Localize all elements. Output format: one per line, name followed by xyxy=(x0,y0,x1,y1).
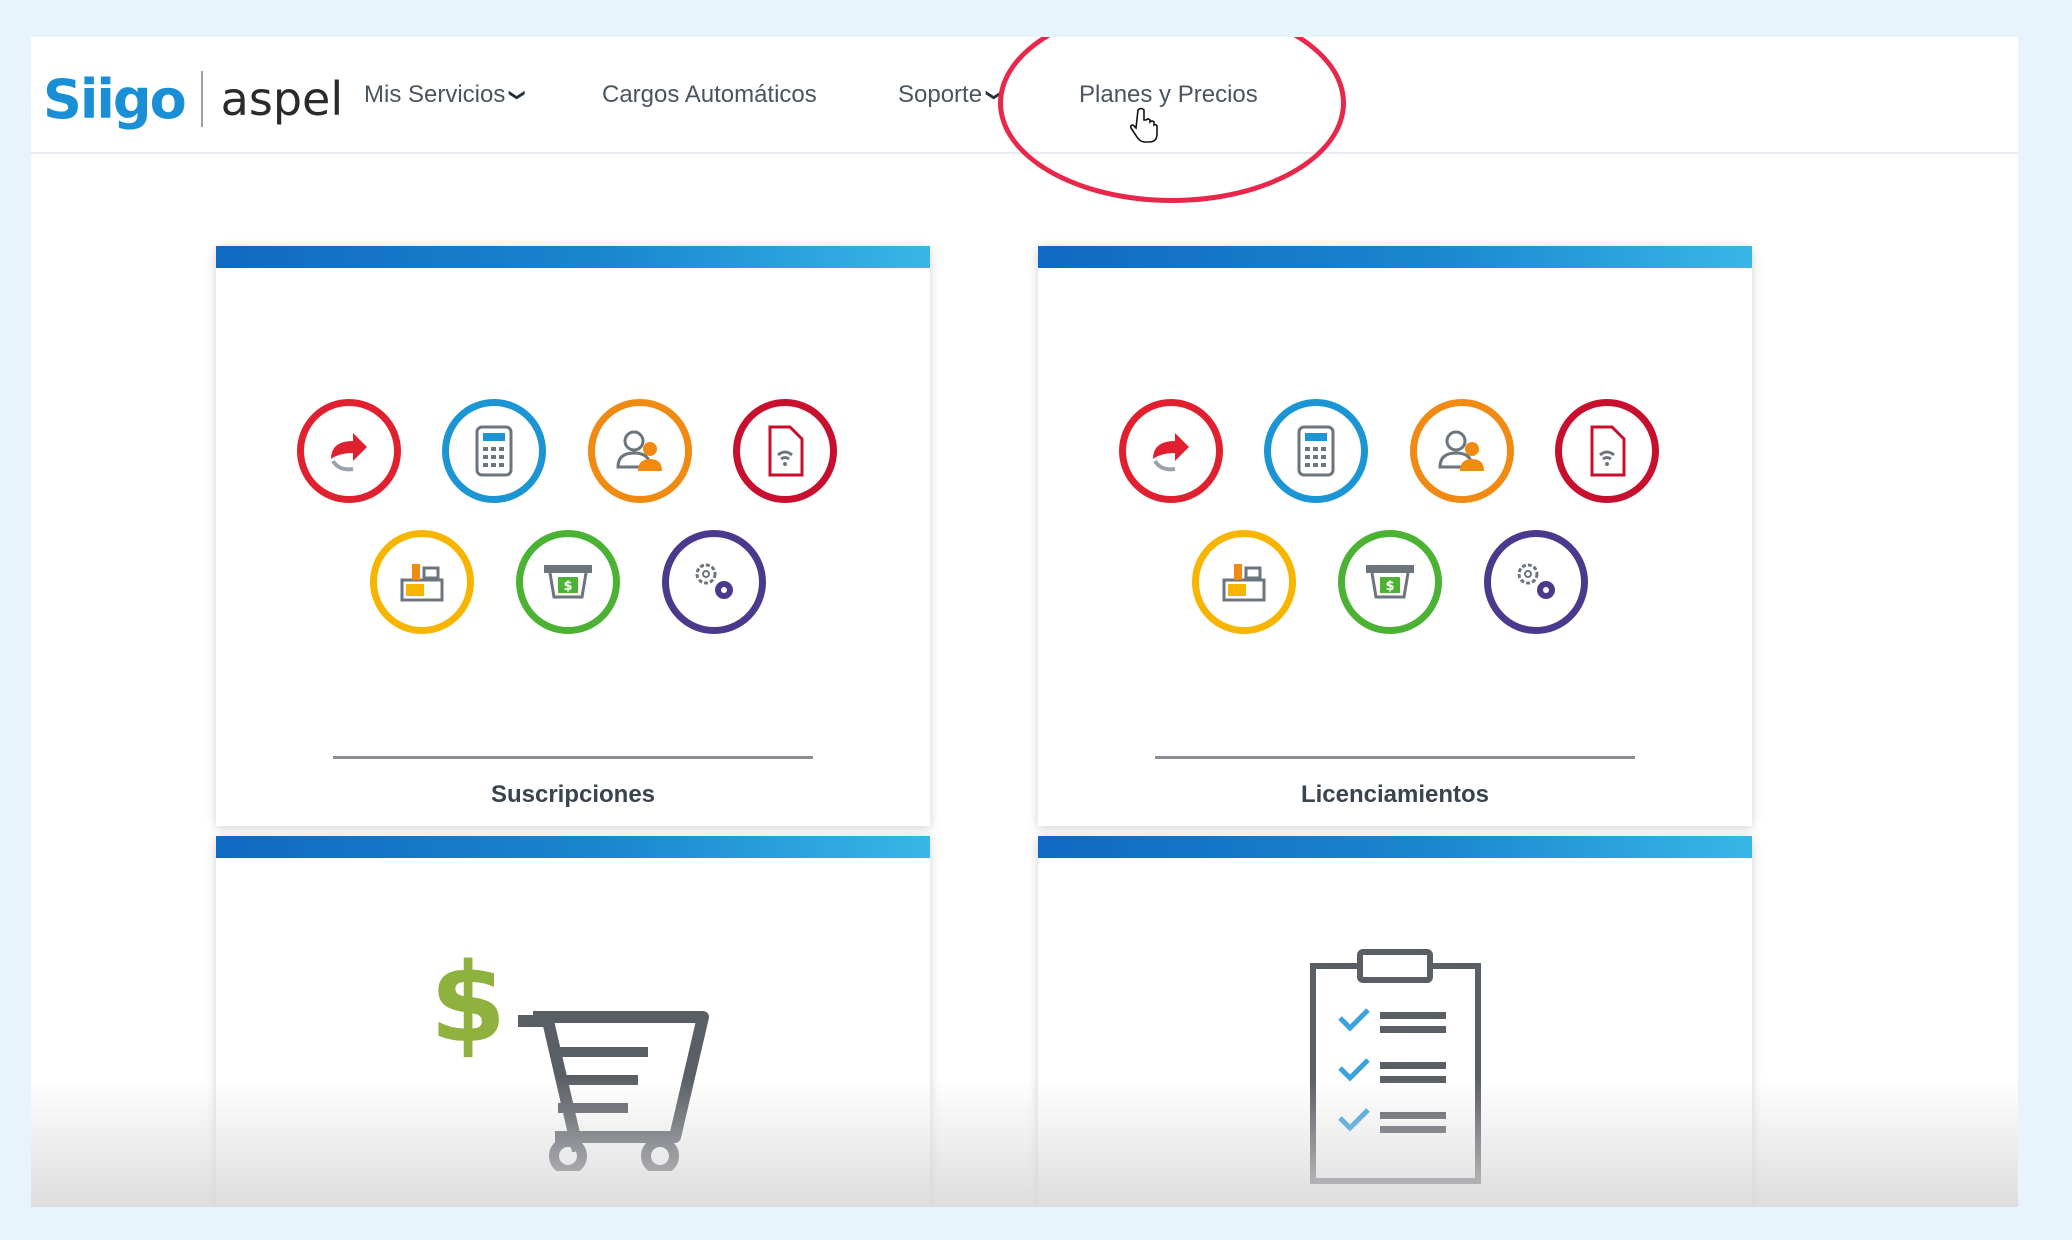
nav-mis-servicios-label: Mis Servicios xyxy=(364,80,506,108)
nav-cargos-automaticos[interactable]: Cargos Automáticos xyxy=(602,37,817,152)
card-title: Licenciamientos xyxy=(1300,781,1490,808)
service-icons: $ xyxy=(216,246,930,826)
refresh-icon xyxy=(1119,399,1223,503)
siigo-logo: Siigo xyxy=(43,67,187,131)
chevron-down-icon: ❯ xyxy=(509,87,527,102)
gears-icon xyxy=(662,530,766,634)
card-divider xyxy=(1155,756,1635,759)
logo-divider xyxy=(200,71,203,127)
calculator-icon xyxy=(1264,399,1368,503)
card-divider xyxy=(333,756,813,759)
nav-soporte-label: Soporte xyxy=(898,80,983,108)
card-store[interactable]: $ xyxy=(216,836,930,1207)
gears-icon xyxy=(1484,530,1588,634)
app-window: Siigo aspel Mis Servicios ❯ Cargos Autom… xyxy=(31,37,2018,1207)
atm-cash-icon: $ xyxy=(1338,530,1442,634)
svg-text:$: $ xyxy=(438,941,506,1067)
card-header-stripe xyxy=(1038,836,1752,858)
aspel-logo: aspel xyxy=(220,72,344,126)
e-document-icon xyxy=(733,399,837,503)
nav-soporte[interactable]: Soporte ❯ xyxy=(898,37,1003,152)
card-suscripciones[interactable]: $ Suscripciones xyxy=(216,246,930,826)
svg-text:$: $ xyxy=(1385,579,1394,594)
highlight-circle xyxy=(998,37,1346,203)
nav-mis-servicios[interactable]: Mis Servicios ❯ xyxy=(364,37,527,152)
refresh-icon xyxy=(297,399,401,503)
card-checklist[interactable] xyxy=(1038,836,1752,1207)
clipboard-checklist-icon xyxy=(1310,949,1481,1184)
card-header-stripe xyxy=(216,836,930,858)
shopping-cart-icon: $ xyxy=(438,941,709,1171)
users-icon xyxy=(1410,399,1514,503)
atm-cash-icon: $ xyxy=(516,530,620,634)
card-licenciamientos[interactable]: $ Licenciamientos xyxy=(1038,246,1752,826)
card-title: Suscripciones xyxy=(490,781,656,808)
cash-register-icon xyxy=(370,530,474,634)
users-icon xyxy=(588,399,692,503)
service-icons: $ xyxy=(1038,246,1752,826)
brand-logo[interactable]: Siigo aspel xyxy=(43,59,343,139)
cash-register-icon xyxy=(1192,530,1296,634)
calculator-icon xyxy=(442,399,546,503)
svg-text:$: $ xyxy=(563,579,572,594)
nav-cargos-automaticos-label: Cargos Automáticos xyxy=(602,80,817,108)
e-document-icon xyxy=(1555,399,1659,503)
